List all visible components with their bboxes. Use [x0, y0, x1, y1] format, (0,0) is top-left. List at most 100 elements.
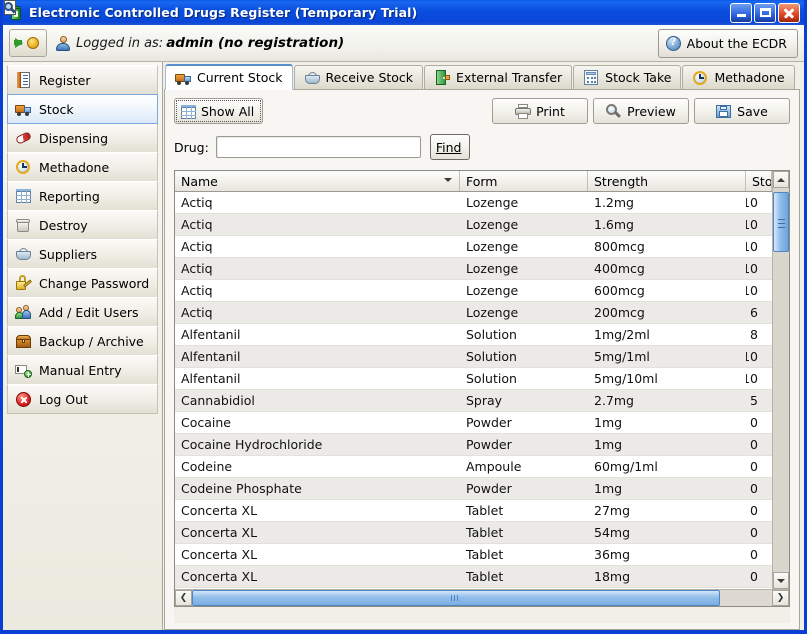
printer-icon	[515, 103, 532, 119]
sidebar-item-register[interactable]: Register	[7, 65, 158, 95]
column-header-stock[interactable]: Stoc	[746, 171, 772, 191]
column-header-name[interactable]: Name	[175, 171, 460, 191]
table-row[interactable]: Actiq Lozenge 400mcg 10	[175, 258, 772, 280]
switch-user-button[interactable]	[9, 29, 47, 57]
tab-methadone[interactable]: Methadone	[682, 65, 795, 89]
cell-form: Powder	[466, 481, 512, 496]
cell-strength: 27mg	[594, 503, 631, 518]
print-button[interactable]: Print	[492, 98, 588, 124]
waste-bin-icon	[15, 217, 32, 233]
sidebar-item-change-password[interactable]: Change Password	[7, 268, 158, 298]
cell-form: Tablet	[466, 525, 504, 540]
delivery-truck-icon	[15, 101, 32, 117]
sidebar-item-reporting[interactable]: Reporting	[7, 181, 158, 211]
vertical-scrollbar[interactable]	[772, 171, 789, 589]
logout-icon	[15, 391, 32, 407]
table-row[interactable]: Codeine Phosphate Powder 1mg 0	[175, 478, 772, 500]
scroll-left-button[interactable]: ❮	[175, 590, 192, 606]
sidebar-item-stock[interactable]: Stock	[7, 94, 158, 124]
drug-search-input[interactable]	[215, 136, 421, 158]
sidebar-item-destroy[interactable]: Destroy	[7, 210, 158, 240]
column-header-form[interactable]: Form	[460, 171, 588, 191]
table-row[interactable]: Cocaine Powder 1mg 0	[175, 412, 772, 434]
maximize-button[interactable]	[754, 2, 776, 23]
table-row[interactable]: Actiq Lozenge 600mcg 10	[175, 280, 772, 302]
cell-form: Powder	[466, 437, 512, 452]
cell-strength: 5mg/1ml	[594, 349, 650, 364]
cell-strength: 1mg/2ml	[594, 327, 650, 342]
table-row[interactable]: Concerta XL Tablet 18mg 0	[175, 566, 772, 588]
tab-strip: Current Stock Receive Stock External Tra…	[164, 64, 800, 90]
tab-stock-take[interactable]: Stock Take	[573, 65, 682, 89]
sidebar-item-backup-archive[interactable]: Backup / Archive	[7, 326, 158, 356]
save-button[interactable]: Save	[694, 98, 790, 124]
sidebar-item-add-edit-users[interactable]: Add / Edit Users	[7, 297, 158, 327]
about-ecdr-button[interactable]: ? About the ECDR	[657, 28, 798, 58]
cell-strength: 18mg	[594, 569, 631, 584]
table-row[interactable]: Actiq Lozenge 800mcg 10	[175, 236, 772, 258]
table-row[interactable]: Actiq Lozenge 1.2mg 10	[175, 192, 772, 214]
tab-external-transfer[interactable]: External Transfer	[424, 65, 573, 89]
cell-name: Concerta XL	[181, 525, 258, 540]
cell-strength: 1mg	[594, 437, 623, 452]
sidebar-item-suppliers[interactable]: Suppliers	[7, 239, 158, 269]
table-row[interactable]: Cannabidiol Spray 2.7mg 5	[175, 390, 772, 412]
sidebar-item-dispensing[interactable]: Dispensing	[7, 123, 158, 153]
scroll-down-button[interactable]	[773, 572, 789, 589]
panel-toolbar: Show All Print Preview Save	[174, 98, 790, 124]
scroll-up-button[interactable]	[773, 171, 789, 188]
cell-stock: 10	[746, 371, 758, 386]
table-row[interactable]: Alfentanil Solution 5mg/10ml 10	[175, 368, 772, 390]
cell-strength: 200mcg	[594, 305, 645, 320]
cell-strength: 60mg/1ml	[594, 459, 658, 474]
table-row[interactable]: Cocaine Hydrochloride Powder 1mg 0	[175, 434, 772, 456]
shopping-basket-icon	[304, 70, 320, 85]
horizontal-scroll-thumb[interactable]	[192, 590, 720, 606]
cell-strength: 600mcg	[594, 283, 645, 298]
cell-form: Ampoule	[466, 459, 522, 474]
cell-name: Concerta XL	[181, 569, 258, 584]
cell-name: Actiq	[181, 217, 213, 232]
table-row[interactable]: Concerta XL Tablet 27mg 0	[175, 500, 772, 522]
horizontal-scroll-track[interactable]	[192, 590, 772, 606]
table-grid-icon	[15, 188, 32, 204]
sidebar-item-methadone[interactable]: Methadone	[7, 152, 158, 182]
stock-table-header: Name Form Strength Stoc	[175, 171, 772, 192]
preview-button[interactable]: Preview	[593, 98, 689, 124]
sidebar-item-label: Methadone	[39, 159, 110, 175]
magnifier-icon	[606, 103, 622, 119]
table-row[interactable]: Actiq Lozenge 1.6mg 10	[175, 214, 772, 236]
window-controls	[730, 2, 802, 23]
cell-stock: 10	[746, 239, 758, 254]
horizontal-scrollbar[interactable]: ❮ ❯	[175, 589, 789, 606]
close-button[interactable]	[778, 2, 800, 23]
cell-stock: 10	[746, 349, 758, 364]
scroll-right-button[interactable]: ❯	[772, 590, 789, 606]
status-bar	[174, 607, 790, 623]
sidebar-item-log-out[interactable]: Log Out	[7, 384, 158, 414]
calculator-icon	[583, 70, 599, 85]
door-exit-icon	[434, 70, 451, 85]
minimize-button[interactable]	[730, 2, 752, 23]
show-all-button[interactable]: Show All	[174, 98, 264, 124]
column-header-strength[interactable]: Strength	[588, 171, 746, 191]
find-button[interactable]: Find	[4, 0, 471, 160]
tab-label: External Transfer	[456, 70, 563, 85]
table-row[interactable]: Alfentanil Solution 5mg/1ml 10	[175, 346, 772, 368]
tab-current-stock[interactable]: Current Stock	[165, 64, 293, 90]
vertical-scroll-track[interactable]	[773, 188, 789, 572]
sidebar-item-label: Add / Edit Users	[39, 304, 139, 320]
tab-receive-stock[interactable]: Receive Stock	[293, 65, 424, 89]
storage-chest-icon	[15, 333, 32, 349]
table-row[interactable]: Concerta XL Tablet 54mg 0	[175, 522, 772, 544]
table-row[interactable]: Actiq Lozenge 200mcg 6	[175, 302, 772, 324]
table-row[interactable]: Codeine Ampoule 60mg/1ml 0	[175, 456, 772, 478]
cell-stock: 8	[750, 327, 758, 342]
sidebar-item-manual-entry[interactable]: Manual Entry	[7, 355, 158, 385]
chevron-down-icon	[444, 178, 452, 182]
table-row[interactable]: Alfentanil Solution 1mg/2ml 8	[175, 324, 772, 346]
cell-form: Spray	[466, 393, 503, 408]
vertical-scroll-thumb[interactable]	[773, 192, 789, 252]
table-row[interactable]: Concerta XL Tablet 36mg 0	[175, 544, 772, 566]
cell-name: Alfentanil	[181, 371, 241, 386]
